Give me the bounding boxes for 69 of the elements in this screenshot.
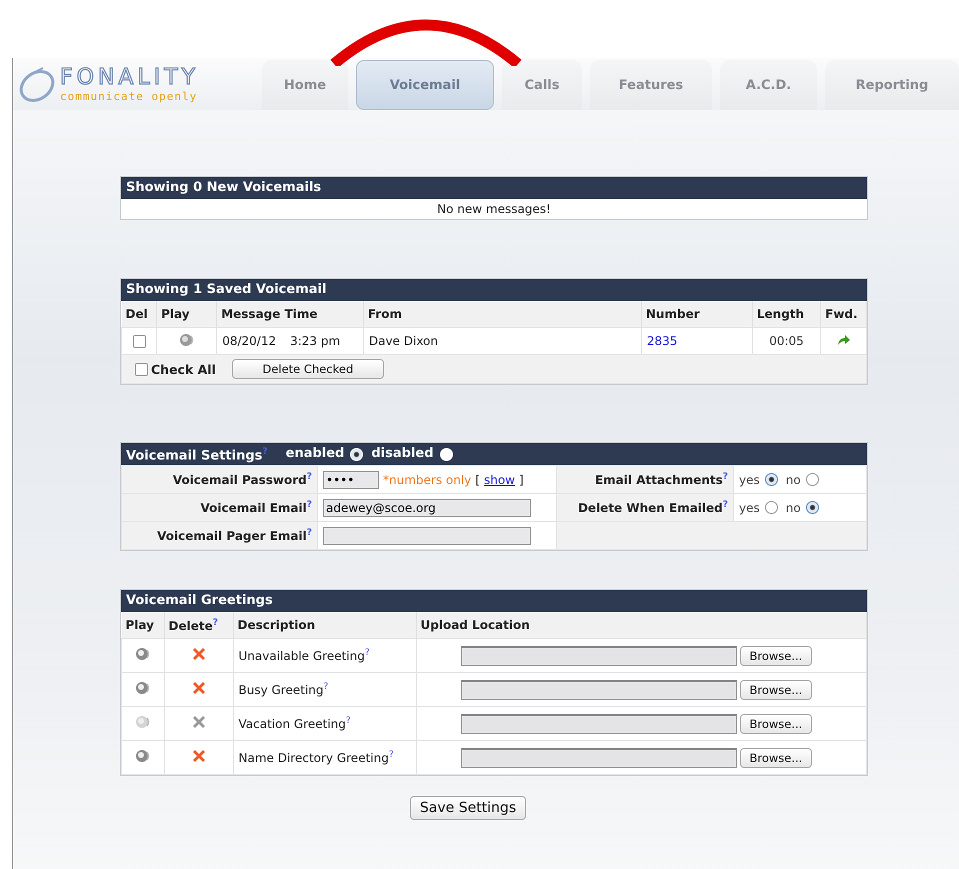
column-header: Length [752, 301, 821, 328]
forward-arrow-icon[interactable] [836, 334, 851, 346]
bracket: ] [519, 472, 524, 486]
setting-label: Delete When Emailed$^{?}$ [556, 494, 734, 522]
delete-checked-button[interactable]: Delete Checked [232, 359, 384, 379]
column-header: Upload Location [416, 612, 866, 638]
field-label: Voicemail Email$^{?}$ [122, 494, 318, 522]
speaker-icon[interactable] [178, 332, 196, 348]
setting-label: Email Attachments$^{?}$ [556, 466, 734, 494]
delete-x-icon[interactable] [190, 646, 206, 662]
column-header: Message Time [216, 301, 364, 328]
delete-x-icon[interactable] [190, 714, 206, 730]
check-all-label: Check All [151, 362, 216, 376]
mode-radio[interactable] [350, 448, 364, 460]
option-radio[interactable] [806, 501, 819, 514]
upload-field[interactable] [460, 646, 736, 666]
upload-field[interactable] [460, 748, 736, 768]
section-header: Voicemail Greetings [121, 590, 867, 612]
show-link[interactable]: show [484, 472, 515, 486]
column-header: Play [122, 612, 164, 638]
number-link[interactable]: 2835 [646, 334, 678, 348]
bracket: [ [475, 472, 480, 486]
option-radio[interactable] [764, 473, 778, 486]
text-field[interactable]: adewey@scoe.org [323, 498, 531, 516]
section-header: Voicemail Settings$^{?}$ [126, 446, 268, 466]
field-label: Voicemail Pager Email$^{?}$ [122, 522, 318, 550]
delete-x-icon[interactable] [190, 680, 206, 696]
browse-button[interactable]: Browse... [740, 748, 812, 768]
section-header: Showing 0 New Voicemails [121, 177, 867, 199]
empty-message: No new messages! [436, 201, 552, 218]
upload-field[interactable] [460, 680, 736, 700]
text-field[interactable] [323, 526, 531, 544]
greeting-name: Busy Greeting$^{?}$ [233, 672, 416, 706]
option-label: yes [739, 472, 760, 486]
greeting-name: Name Directory Greeting$^{?}$ [233, 740, 416, 774]
mode-radio[interactable] [440, 448, 453, 460]
save-settings-button[interactable]: Save Settings [410, 796, 526, 820]
upload-field[interactable] [460, 714, 736, 734]
column-header: From [363, 301, 642, 328]
column-header: Play [156, 301, 217, 328]
greeting-name: Unavailable Greeting$^{?}$ [233, 638, 416, 672]
mode-label: enabled [286, 445, 344, 463]
browse-button[interactable]: Browse... [740, 680, 812, 700]
option-radio[interactable] [764, 501, 778, 514]
field-label: Voicemail Password$^{?}$ [122, 466, 318, 494]
row-checkbox[interactable] [132, 335, 146, 348]
option-label: no [786, 472, 801, 486]
browse-button[interactable]: Browse... [740, 646, 812, 666]
speaker-icon[interactable] [134, 748, 152, 764]
column-header: Number [641, 301, 752, 328]
speaker-icon[interactable] [134, 680, 152, 696]
delete-x-icon[interactable] [190, 748, 206, 764]
greeting-name: Vacation Greeting$^{?}$ [233, 706, 416, 740]
caller-name: Dave Dixon [363, 328, 642, 354]
column-header: Fwd. [820, 301, 866, 328]
column-header: Delete$^{?}$ [164, 612, 233, 638]
text-field[interactable]: •••• [323, 470, 379, 488]
check-all-checkbox[interactable] [135, 362, 148, 376]
section-header: Showing 1 Saved Voicemail [121, 279, 867, 301]
field-hint: *numbers only [383, 472, 472, 486]
option-label: no [786, 500, 801, 514]
option-label: yes [739, 500, 760, 514]
option-radio[interactable] [806, 473, 819, 486]
mode-label: disabled [371, 445, 434, 463]
message-time: 08/20/12 3:23 pm [216, 328, 364, 354]
logo-tagline: communicate openly [60, 91, 198, 103]
column-header: Del [122, 301, 157, 328]
speaker-icon[interactable] [134, 646, 152, 662]
column-header: Description [233, 612, 416, 638]
